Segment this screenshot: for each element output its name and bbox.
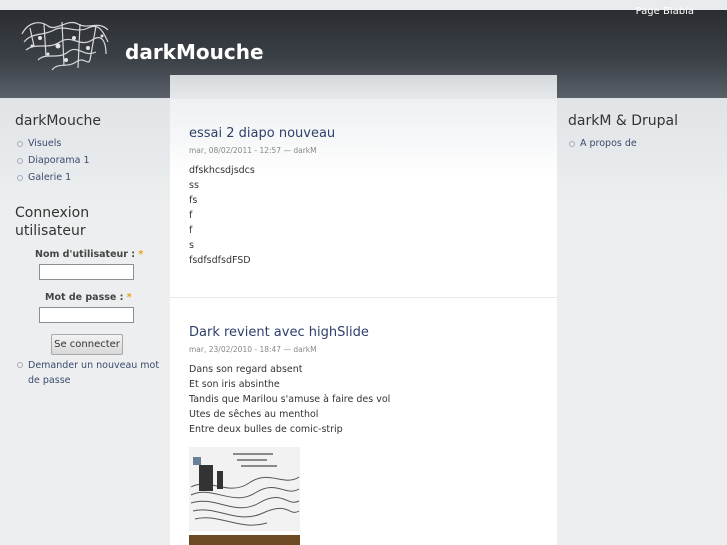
node-body: Dans son regard absent Et son iris absin…	[189, 362, 539, 437]
node-body-line: Utes de sêches au menthol	[189, 409, 319, 420]
node-body-line: fs	[189, 195, 198, 206]
node-body-line: Dans son regard absent	[189, 364, 303, 375]
node-body-line: Tandis que Marilou s'amuse à faire des v…	[189, 394, 391, 405]
nav-item-visuels[interactable]: Visuels	[17, 135, 170, 152]
node-thumbnail-image[interactable]	[189, 447, 300, 531]
node-body-line: dfskhcsdjsdcs	[189, 165, 255, 176]
node-body-line: fsdfsdfsdFSD	[189, 255, 251, 266]
password-input[interactable]	[39, 307, 134, 323]
primary-link-page-blabla[interactable]: Page Blabla	[636, 6, 694, 17]
site-logo[interactable]	[18, 16, 112, 74]
nav-item-diaporama[interactable]: Diaporama 1	[17, 152, 170, 169]
password-label: Mot de passe : *	[45, 292, 132, 303]
sidebar-left: darkMouche Visuels Diaporama 1 Galerie 1	[0, 98, 170, 186]
required-marker: *	[138, 249, 144, 260]
node-article: essai 2 diapo nouveau mar, 08/02/2011 - …	[189, 126, 539, 268]
username-label: Nom d'utilisateur : *	[35, 249, 144, 260]
drupal-block-title: darkM & Drupal	[568, 113, 678, 129]
login-block-title: Connexion utilisateur	[15, 205, 90, 239]
node-separator	[170, 297, 557, 298]
required-marker: *	[126, 292, 132, 303]
node-article: Dark revient avec highSlide mar, 23/02/2…	[189, 325, 539, 437]
nav-block-title: darkMouche	[15, 113, 102, 129]
node-body-line: ss	[189, 180, 199, 191]
request-new-password-link[interactable]: Demander un nouveau mot de passe	[17, 358, 162, 388]
username-input[interactable]	[39, 264, 134, 280]
node-body-line: s	[189, 240, 194, 251]
nav-menu: Visuels Diaporama 1 Galerie 1	[17, 135, 170, 186]
node-body-line: Entre deux bulles de comic-strip	[189, 424, 343, 435]
node-title[interactable]: essai 2 diapo nouveau	[189, 126, 539, 141]
node-body-line: f	[189, 210, 193, 221]
node-meta: mar, 23/02/2010 - 18:47 — darkM	[189, 345, 317, 354]
top-strip	[0, 0, 727, 10]
login-button[interactable]: Se connecter	[51, 334, 123, 355]
sidebar-right: darkM & Drupal A propos de	[557, 98, 727, 152]
nav-item-galerie[interactable]: Galerie 1	[17, 169, 170, 186]
site-name[interactable]: darkMouche	[125, 40, 264, 64]
node-title[interactable]: Dark revient avec highSlide	[189, 325, 539, 340]
main-content: essai 2 diapo nouveau mar, 08/02/2011 - …	[170, 75, 557, 545]
drupal-menu: A propos de	[569, 135, 727, 152]
content-top-bar	[170, 75, 557, 99]
node-meta: mar, 08/02/2011 - 12:57 — darkM	[189, 146, 317, 155]
node-body-line: Et son iris absinthe	[189, 379, 280, 390]
nav-item-a-propos[interactable]: A propos de	[569, 135, 727, 152]
node-thumbnail-image-2[interactable]	[189, 535, 300, 545]
node-body-line: f	[189, 225, 193, 236]
node-body: dfskhcsdjsdcs ss fs f f s fsdfsdfsdFSD	[189, 163, 539, 268]
